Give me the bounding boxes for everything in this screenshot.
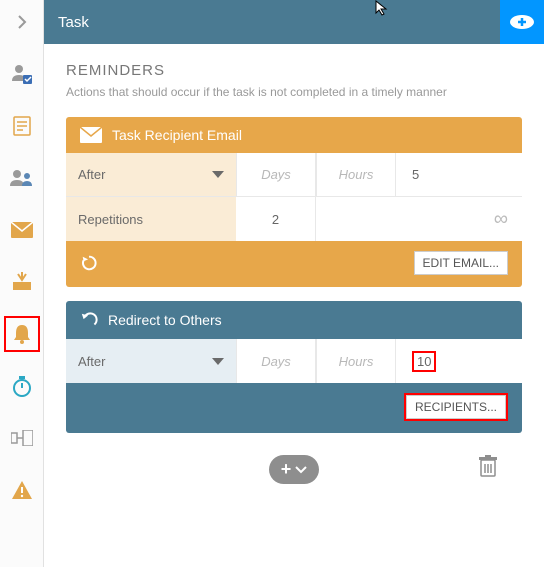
chevron-down-icon xyxy=(295,466,307,474)
card-header: Redirect to Others xyxy=(66,301,522,339)
chevron-down-icon xyxy=(212,358,224,365)
main-panel: Task REMINDERS Actions that should occur… xyxy=(44,0,544,567)
sidebar-item-assignee[interactable] xyxy=(4,56,40,92)
envelope-icon xyxy=(11,222,33,238)
after-row: After Days Hours 10 xyxy=(66,339,522,383)
delete-button[interactable] xyxy=(478,455,498,482)
sidebar-item-inbox[interactable] xyxy=(4,264,40,300)
after-label: After xyxy=(78,354,105,369)
trash-icon xyxy=(478,455,498,477)
after-row: After Days Hours 5 xyxy=(66,153,522,197)
plus-icon: + xyxy=(281,459,292,480)
sidebar-item-process[interactable] xyxy=(4,420,40,456)
document-icon xyxy=(13,116,31,136)
hours-cell[interactable]: Hours xyxy=(316,339,396,383)
envelope-icon xyxy=(80,127,102,143)
repetitions-value[interactable]: 2 xyxy=(236,197,316,241)
sidebar-item-followers[interactable] xyxy=(4,160,40,196)
days-cell[interactable]: Days xyxy=(236,153,316,196)
recipients-button[interactable]: RECIPIENTS... xyxy=(406,395,506,419)
hours-value[interactable]: 5 xyxy=(396,153,522,196)
reminder-card-redirect: Redirect to Others After Days Hours 10 R… xyxy=(66,301,522,433)
section-title: REMINDERS xyxy=(66,62,522,79)
infinity-icon[interactable]: ∞ xyxy=(494,197,522,241)
user-check-icon xyxy=(11,63,33,85)
card-footer: RECIPIENTS... xyxy=(66,383,522,433)
eye-plus-icon xyxy=(509,13,535,31)
after-dropdown[interactable]: After xyxy=(66,153,236,196)
section-subtitle: Actions that should occur if the task is… xyxy=(66,85,522,99)
sidebar-item-reminders[interactable] xyxy=(4,316,40,352)
chevron-right-icon xyxy=(15,15,29,29)
bell-icon xyxy=(12,323,32,345)
refresh-icon[interactable] xyxy=(80,254,98,272)
card-header: Task Recipient Email xyxy=(66,117,522,153)
sidebar-item-form[interactable] xyxy=(4,108,40,144)
sidebar xyxy=(0,0,44,567)
inbox-icon xyxy=(12,272,32,292)
repetitions-row: Repetitions 2 ∞ xyxy=(66,197,522,241)
activity-icon xyxy=(11,430,33,446)
titlebar: Task xyxy=(44,0,544,44)
card-footer: EDIT EMAIL... xyxy=(66,241,522,287)
users-icon xyxy=(10,169,34,187)
sidebar-item-timer[interactable] xyxy=(4,368,40,404)
card-title: Redirect to Others xyxy=(108,312,222,328)
redirect-icon xyxy=(80,311,98,329)
recipients-highlight: RECIPIENTS... xyxy=(404,393,508,421)
sidebar-item-warning[interactable] xyxy=(4,472,40,508)
reminder-card-email: Task Recipient Email After Days Hours 5 … xyxy=(66,117,522,287)
after-label: After xyxy=(78,167,105,182)
sidebar-collapse[interactable] xyxy=(4,4,40,40)
bottom-bar: + xyxy=(66,447,522,498)
hours-cell[interactable]: Hours xyxy=(316,153,396,196)
edit-email-button[interactable]: EDIT EMAIL... xyxy=(414,251,508,275)
repetitions-label: Repetitions xyxy=(66,197,236,241)
preview-button[interactable] xyxy=(500,0,544,44)
add-reminder-button[interactable]: + xyxy=(269,455,320,484)
chevron-down-icon xyxy=(212,171,224,178)
warning-icon xyxy=(11,480,33,500)
stopwatch-icon xyxy=(11,375,33,397)
days-cell[interactable]: Days xyxy=(236,339,316,383)
page-title: Task xyxy=(58,14,89,31)
content-area: REMINDERS Actions that should occur if t… xyxy=(44,44,544,567)
after-dropdown[interactable]: After xyxy=(66,339,236,383)
hours-value[interactable]: 10 xyxy=(396,339,522,383)
card-title: Task Recipient Email xyxy=(112,127,242,143)
hours-value-highlight: 10 xyxy=(412,351,436,372)
sidebar-item-email[interactable] xyxy=(4,212,40,248)
